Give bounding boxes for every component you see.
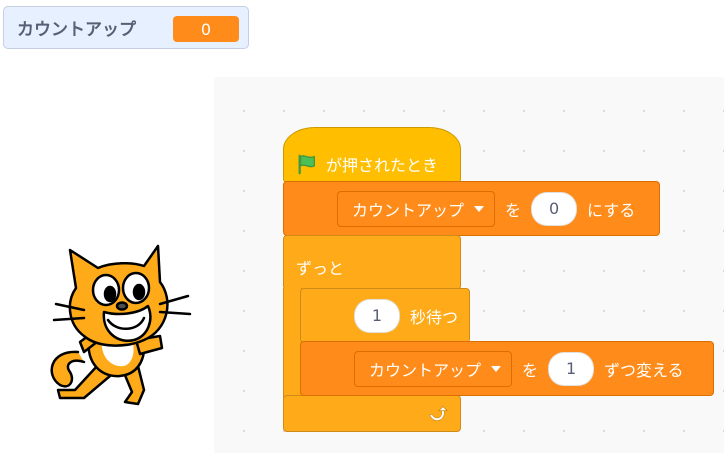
variable-dropdown-label: カウントアップ	[369, 360, 482, 380]
forever-block[interactable]: ずっと	[283, 235, 461, 290]
forever-label: ずっと	[296, 259, 345, 278]
change-block-word1: を	[522, 360, 539, 380]
set-variable-block[interactable]: カウントアップ を 0 にする	[283, 181, 660, 236]
caret-down-icon	[474, 205, 485, 212]
forever-block-bottom[interactable]	[283, 395, 461, 432]
variable-dropdown[interactable]: カウントアップ	[337, 190, 496, 227]
variable-dropdown-label: カウントアップ	[352, 200, 465, 220]
wait-label: 秒待つ	[410, 307, 459, 327]
variable-monitor[interactable]: カウントアップ 0	[3, 6, 249, 49]
loop-arrow-icon	[429, 405, 448, 421]
cat-sprite[interactable]	[40, 240, 205, 410]
when-flag-clicked-block[interactable]: が押されたとき	[283, 127, 461, 183]
set-value-input[interactable]: 0	[531, 191, 578, 226]
monitor-label: カウントアップ	[17, 20, 136, 40]
green-flag-icon	[298, 154, 316, 175]
variable-dropdown[interactable]: カウントアップ	[354, 350, 513, 387]
change-value-input[interactable]: 1	[548, 351, 595, 386]
change-variable-block[interactable]: カウントアップ を 1 ずつ変える	[300, 341, 714, 396]
caret-down-icon	[491, 365, 502, 372]
wait-block[interactable]: 1 秒待つ	[300, 288, 470, 343]
hat-block-label: が押されたとき	[326, 156, 439, 175]
change-block-word2: ずつ変える	[604, 360, 684, 380]
set-block-word1: を	[505, 200, 522, 220]
wait-value-input[interactable]: 1	[354, 298, 400, 333]
monitor-value: 0	[173, 16, 239, 42]
set-block-word2: にする	[587, 200, 636, 220]
